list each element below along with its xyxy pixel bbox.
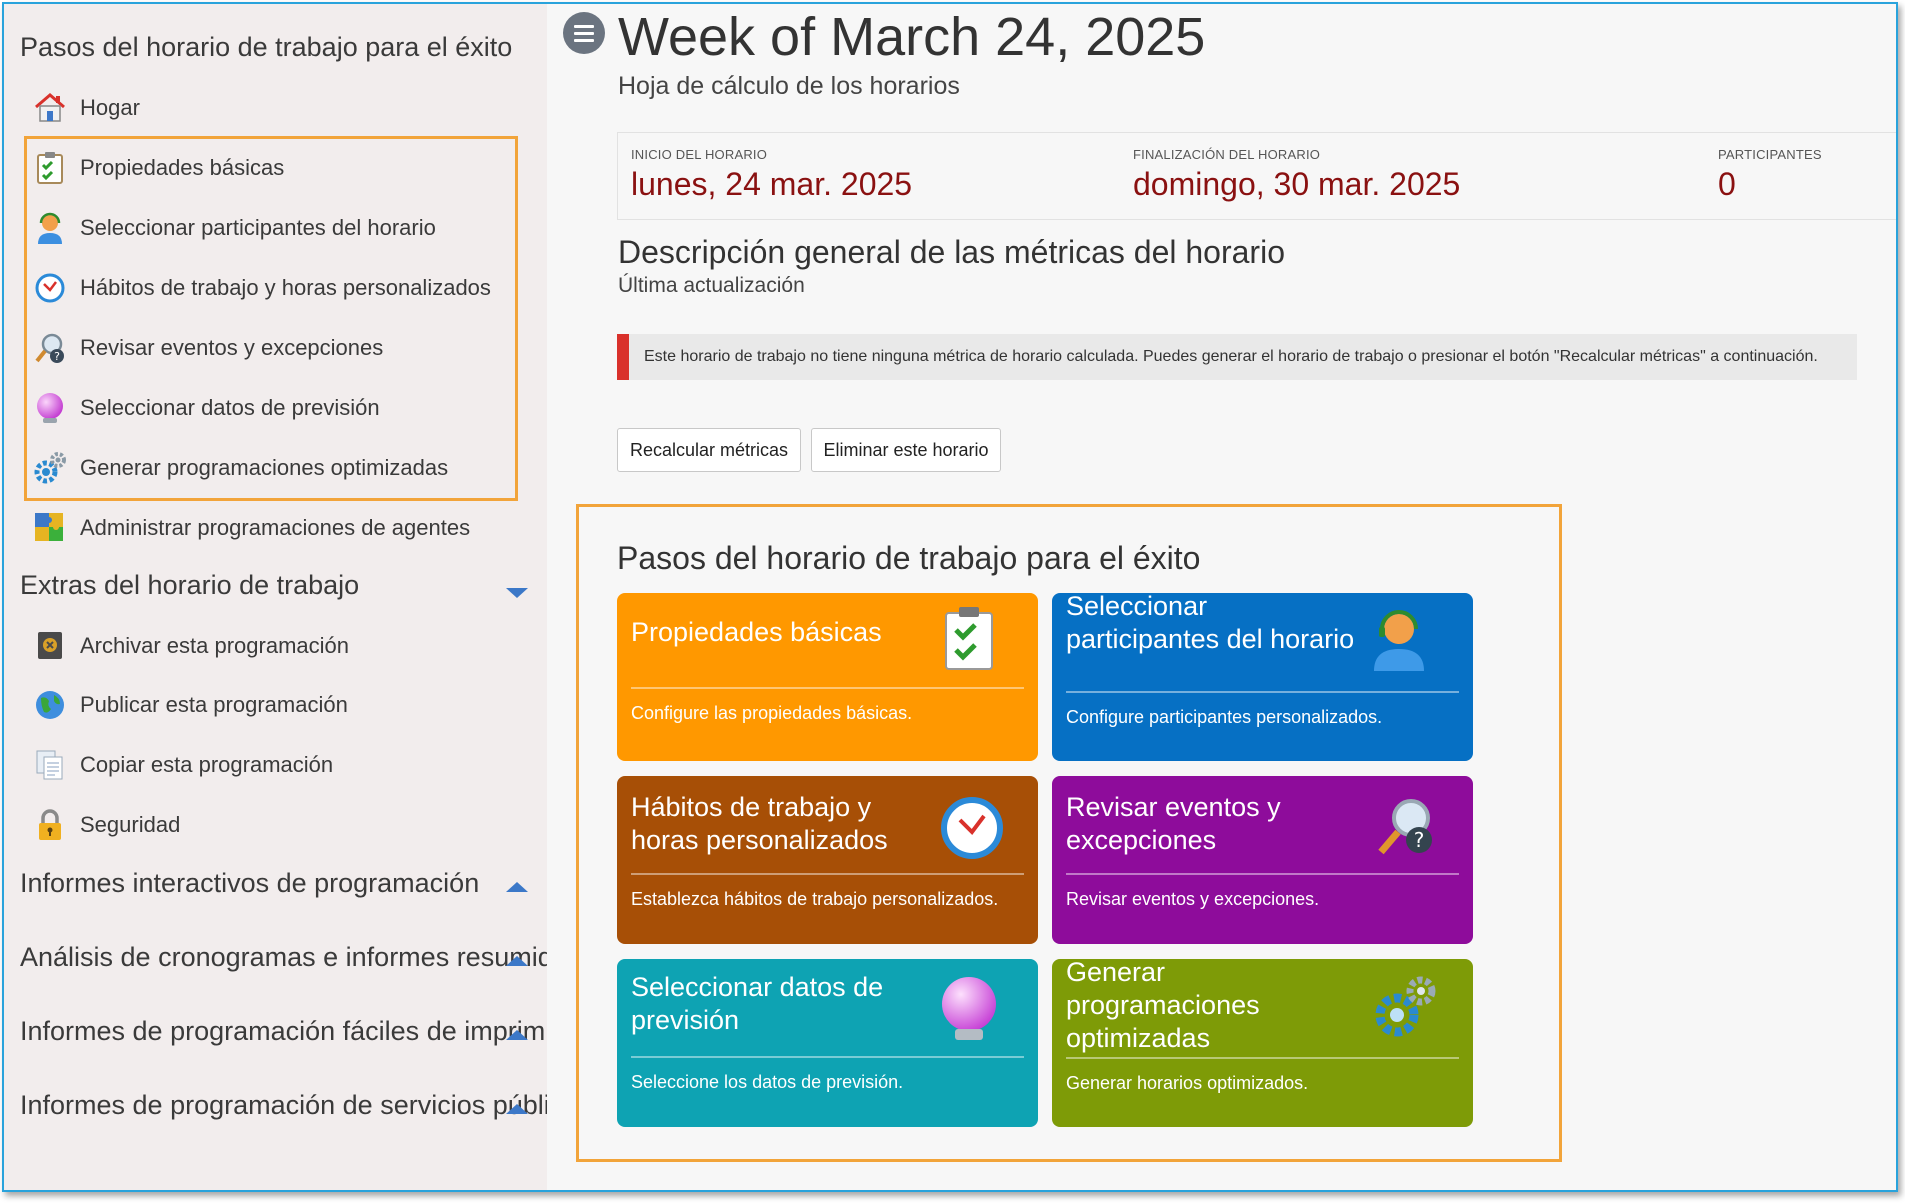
schedule-participants: PARTICIPANTES 0	[1718, 147, 1822, 203]
card-title: Seleccionar participantes del horario	[1066, 593, 1355, 654]
home-icon	[32, 90, 68, 126]
clipboard-check-icon	[32, 150, 68, 186]
sidebar-item-manage-agents[interactable]: Administrar programaciones de agentes	[32, 508, 470, 548]
schedule-end: FINALIZACIÓN DEL HORARIO domingo, 30 mar…	[1133, 147, 1460, 203]
reports-section-printable[interactable]: Informes de programación fáciles de impr…	[20, 1016, 547, 1047]
sidebar-item-security[interactable]: Seguridad	[32, 805, 180, 845]
sidebar-item-label: Seleccionar datos de previsión	[80, 395, 380, 420]
sidebar-section-title: Pasos del horario de trabajo para el éxi…	[20, 32, 513, 62]
archive-safe-icon	[32, 628, 68, 664]
step-card-forecast[interactable]: Seleccionar datos de previsión Seleccion…	[617, 959, 1038, 1127]
globe-icon	[32, 687, 68, 723]
svg-text:?: ?	[54, 350, 60, 363]
clock-icon	[940, 796, 1004, 860]
sidebar-item-label: Generar programaciones optimizadas	[80, 455, 449, 480]
chevron-up-icon[interactable]	[506, 956, 528, 966]
schedule-start: INICIO DEL HORARIO lunes, 24 mar. 2025	[631, 147, 912, 203]
chevron-up-icon[interactable]	[506, 1030, 528, 1040]
crystal-ball-icon	[32, 390, 68, 426]
gears-icon	[1373, 975, 1437, 1039]
card-title: Hábitos de trabajo y horas personalizado…	[631, 792, 888, 855]
participants-label: PARTICIPANTES	[1718, 147, 1822, 162]
step-card-participants[interactable]: Seleccionar participantes del horario Co…	[1052, 593, 1473, 761]
sidebar-item-forecast[interactable]: Seleccionar datos de previsión	[32, 388, 380, 428]
sidebar-item-label: Administrar programaciones de agentes	[80, 515, 471, 540]
card-description: Revisar eventos y excepciones.	[1066, 889, 1320, 909]
gears-icon	[32, 450, 68, 486]
lock-icon	[32, 807, 68, 843]
sidebar-item-label: Archivar esta programación	[80, 633, 350, 658]
sidebar-item-copy[interactable]: Copiar esta programación	[32, 745, 333, 785]
step-card-events[interactable]: Revisar eventos y excepciones ? Revisar …	[1052, 776, 1473, 944]
agent-headset-icon	[1369, 605, 1433, 671]
no-metrics-alert: Este horario de trabajo no tiene ninguna…	[617, 334, 1857, 380]
reports-section-analysis[interactable]: Análisis de cronogramas e informes resum…	[20, 942, 547, 973]
sidebar-item-home[interactable]: Hogar	[32, 88, 140, 128]
schedule-start-value: lunes, 24 mar. 2025	[631, 166, 913, 202]
recalculate-metrics-button[interactable]: Recalcular métricas	[617, 428, 801, 472]
schedule-end-value: domingo, 30 mar. 2025	[1133, 166, 1461, 202]
sidebar-item-label: Hábitos de trabajo y horas personalizado…	[80, 275, 491, 300]
crystal-ball-icon	[938, 975, 1002, 1040]
clock-icon	[32, 270, 68, 306]
magnifier-question-icon: ?	[32, 330, 68, 366]
card-description: Seleccione los datos de previsión.	[631, 1072, 904, 1092]
card-title: Seleccionar datos de previsión	[631, 972, 884, 1035]
sidebar-item-label: Copiar esta programación	[80, 752, 334, 777]
metrics-last-updated: Última actualización	[618, 274, 805, 297]
participants-value: 0	[1718, 166, 1736, 202]
card-description: Configure participantes personalizados.	[1066, 707, 1383, 727]
app-window: Pasos del horario de trabajo para el éxi…	[2, 2, 1898, 1192]
copy-document-icon	[32, 747, 68, 783]
sidebar-highlight-frame	[24, 136, 518, 501]
svg-text:?: ?	[1414, 828, 1425, 852]
sidebar-item-label: Propiedades básicas	[80, 155, 285, 180]
steps-title: Pasos del horario de trabajo para el éxi…	[617, 540, 1201, 576]
card-title: Revisar eventos y excepciones	[1066, 792, 1281, 855]
step-card-work-habits[interactable]: Hábitos de trabajo y horas personalizado…	[617, 776, 1038, 944]
schedule-start-label: INICIO DEL HORARIO	[631, 147, 768, 162]
sidebar-item-participants[interactable]: Seleccionar participantes del horario	[32, 208, 436, 248]
sidebar-item-label: Publicar esta programación	[80, 692, 348, 717]
clipboard-check-icon	[938, 605, 1002, 670]
metrics-title: Descripción general de las métricas del …	[618, 234, 1285, 270]
agent-headset-icon	[32, 210, 68, 246]
card-description: Configure las propiedades básicas.	[631, 703, 913, 723]
chevron-up-icon[interactable]	[506, 882, 528, 892]
page-title: Week of March 24, 2025	[618, 7, 1206, 67]
sidebar-item-publish[interactable]: Publicar esta programación	[32, 685, 348, 725]
hamburger-icon	[574, 24, 594, 28]
schedule-info-strip: INICIO DEL HORARIO lunes, 24 mar. 2025 F…	[617, 132, 1896, 220]
sidebar-item-archive[interactable]: Archivar esta programación	[32, 626, 349, 666]
sidebar-item-label: Seguridad	[80, 812, 181, 837]
sidebar-item-label: Revisar eventos y excepciones	[80, 335, 384, 360]
card-description: Establezca hábitos de trabajo personaliz…	[631, 889, 999, 909]
reports-section-interactive[interactable]: Informes interactivos de programación	[20, 868, 479, 899]
chevron-up-icon[interactable]	[506, 1104, 528, 1114]
sidebar-item-work-habits[interactable]: Hábitos de trabajo y horas personalizado…	[32, 268, 491, 308]
card-title: Generar programaciones optimizadas	[1066, 959, 1260, 1053]
page-subtitle: Hoja de cálculo de los horarios	[618, 72, 960, 100]
sidebar-item-basic-properties[interactable]: Propiedades básicas	[32, 148, 284, 188]
reports-section-public-services[interactable]: Informes de programación de servicios pú…	[20, 1090, 547, 1121]
schedule-end-label: FINALIZACIÓN DEL HORARIO	[1133, 147, 1321, 162]
main-content: Week of March 24, 2025 Hoja de cálculo d…	[547, 4, 1896, 1190]
step-card-basic-properties[interactable]: Propiedades básicas Configure las propie…	[617, 593, 1038, 761]
card-title: Propiedades básicas	[631, 617, 882, 647]
menu-toggle-button[interactable]	[563, 12, 605, 54]
sidebar-item-generate[interactable]: Generar programaciones optimizadas	[32, 448, 448, 488]
sidebar-item-label: Hogar	[80, 95, 140, 120]
step-card-generate[interactable]: Generar programaciones optimizadas Gener…	[1052, 959, 1473, 1127]
extras-section-title[interactable]: Extras del horario de trabajo	[20, 570, 359, 601]
sidebar-item-label: Seleccionar participantes del horario	[80, 215, 436, 240]
delete-schedule-button[interactable]: Eliminar este horario	[811, 428, 1001, 472]
magnifier-question-icon: ?	[1373, 794, 1437, 858]
sidebar-item-events[interactable]: ? Revisar eventos y excepciones	[32, 328, 383, 368]
puzzle-icon	[32, 510, 68, 546]
chevron-down-icon[interactable]	[506, 588, 528, 598]
card-description: Generar horarios optimizados.	[1066, 1073, 1309, 1093]
sidebar: Pasos del horario de trabajo para el éxi…	[4, 4, 547, 1190]
